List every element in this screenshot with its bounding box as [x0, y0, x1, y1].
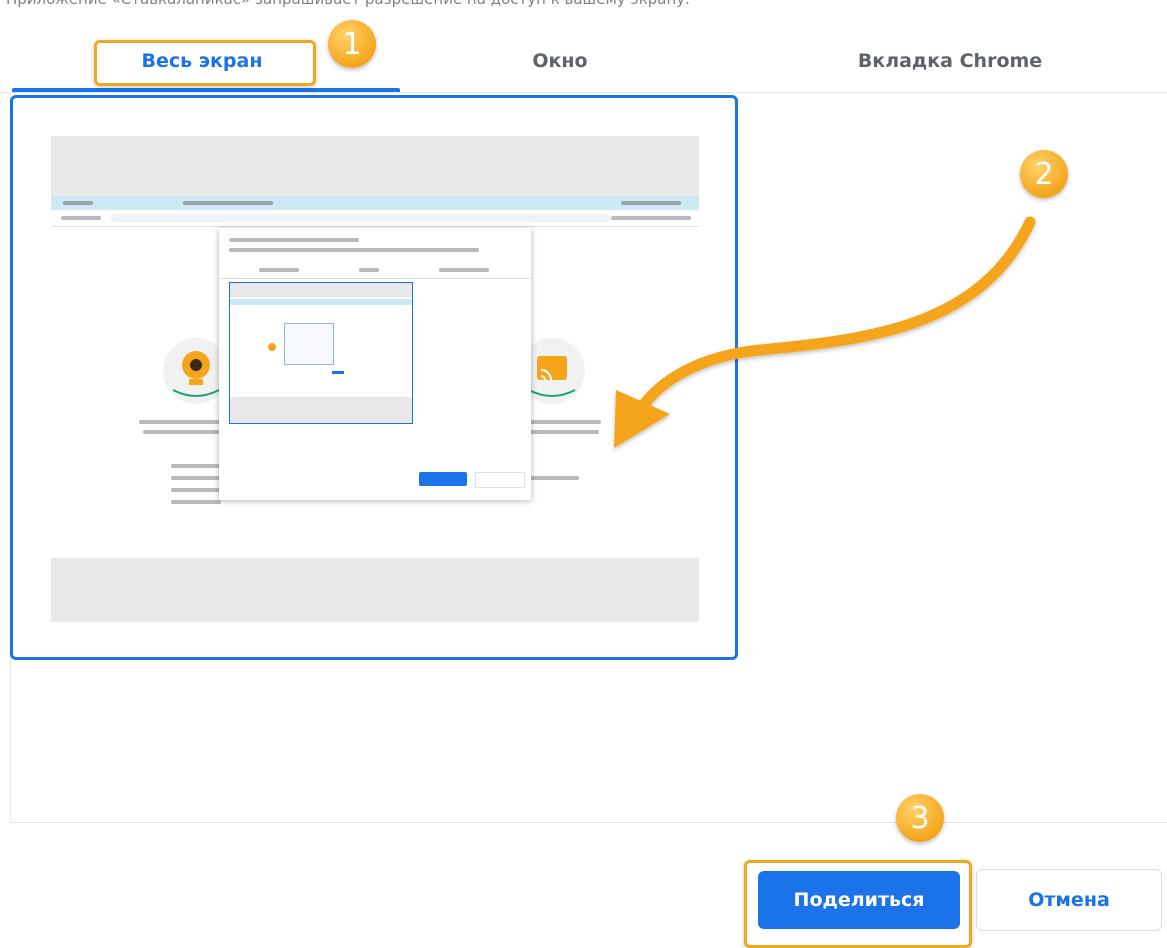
footer-divider	[10, 822, 1167, 823]
annotation-arrow	[614, 216, 1036, 448]
permission-prompt-text: Приложение «Ставкаланикас» запрашивает р…	[6, 0, 690, 8]
tab-chrome-tab[interactable]: Вкладка Chrome	[820, 30, 1080, 92]
thumbnail-nested-preview	[229, 282, 413, 424]
annotation-highlight-tab	[94, 40, 316, 86]
tab-window[interactable]: Окно	[460, 30, 660, 92]
share-button[interactable]: Поделиться	[758, 871, 960, 929]
annotation-badge-2: 2	[1020, 150, 1068, 198]
annotation-badge-3: 3	[896, 794, 944, 842]
cancel-button[interactable]: Отмена	[976, 869, 1162, 931]
annotation-badge-1: 1	[328, 20, 376, 68]
thumbnail-share-dialog	[219, 228, 531, 500]
